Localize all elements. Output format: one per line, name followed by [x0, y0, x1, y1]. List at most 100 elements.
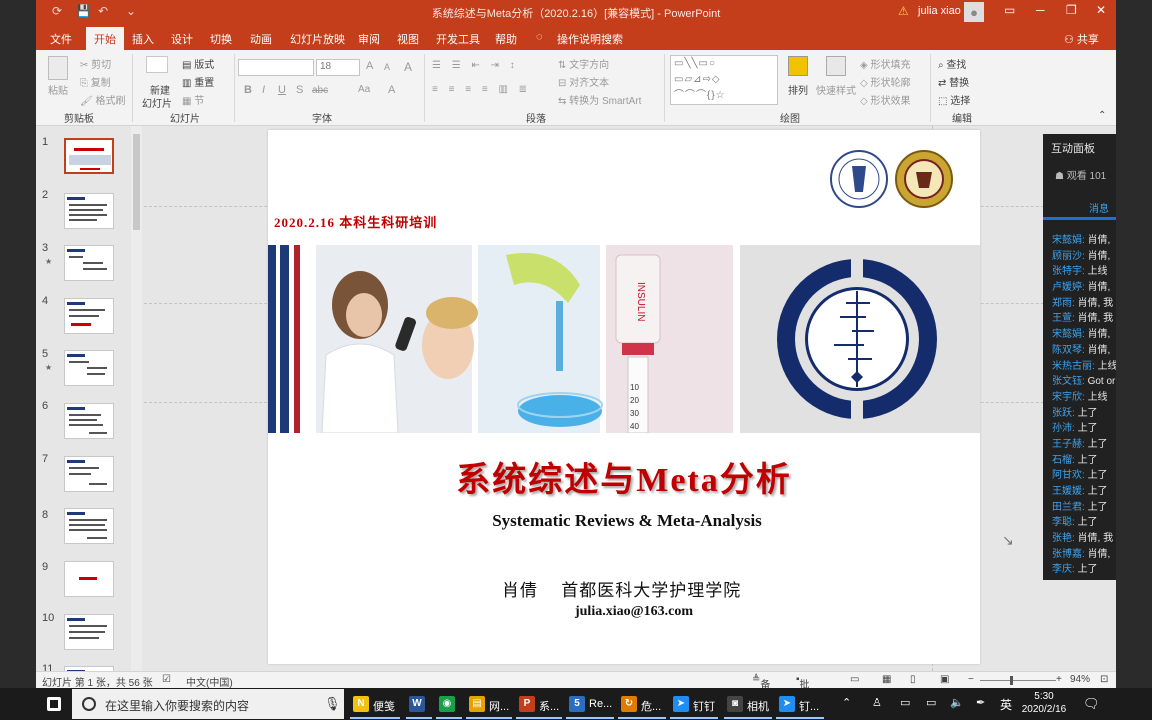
taskbar-app-2[interactable]: ◉ [436, 689, 462, 719]
zoom-level[interactable]: 94% [1070, 674, 1090, 685]
font-name-combo[interactable] [238, 59, 314, 76]
quick-styles-button[interactable]: 快速样式 [816, 82, 856, 97]
taskbar-app-7[interactable]: ➤ 钉钉 [670, 689, 718, 719]
slide-thumbnail-6[interactable] [64, 403, 114, 439]
align-icons[interactable]: ≡ ≡ ≡ ≡ ▥ ≣ [432, 84, 531, 95]
current-slide[interactable]: 2020.2.16 本科生科研培训 INSULIN 10 20 30 40 系统… [268, 130, 980, 664]
taskbar-app-5[interactable]: 5 Re... [566, 689, 614, 719]
find-button[interactable]: ⌕ 查找 [938, 56, 966, 71]
tab-design[interactable]: 设计 [171, 31, 193, 47]
bold-icon[interactable]: B [244, 84, 252, 96]
comments-button[interactable]: ▪ 批注 [796, 674, 810, 688]
reset-button[interactable]: ▥ 重置 [182, 74, 214, 89]
tab-file[interactable]: 文件 [50, 31, 72, 47]
tab-home[interactable]: 开始 [86, 27, 124, 50]
shape-outline-button[interactable]: ◇ 形状轮廓 [860, 74, 910, 89]
arrange-icon[interactable] [788, 56, 808, 76]
collapse-ribbon-icon[interactable]: ⌃ [1098, 110, 1106, 121]
taskbar-search[interactable]: 在这里输入你要搜索的内容 🎙 [72, 689, 344, 719]
restore-button[interactable]: ❐ [1066, 3, 1077, 17]
taskbar-app-6[interactable]: ↻ 危... [618, 689, 666, 719]
paste-button[interactable]: 粘贴 [48, 82, 68, 97]
ime-indicator[interactable]: 英 [1000, 696, 1012, 713]
microphone-icon[interactable]: 🎙 [324, 696, 341, 712]
taskbar-app-4[interactable]: P 系... [516, 689, 562, 719]
quick-styles-icon[interactable] [826, 56, 846, 76]
font-color-icon[interactable]: A [388, 84, 395, 96]
slide-thumbnail-3[interactable] [64, 245, 114, 281]
tab-animations[interactable]: 动画 [250, 31, 272, 47]
slide-thumbnail-4[interactable] [64, 298, 114, 334]
tab-slideshow[interactable]: 幻灯片放映 [290, 31, 345, 47]
pen-icon[interactable]: ✒ [976, 696, 985, 709]
scrollbar-thumb[interactable] [133, 134, 140, 230]
tab-view[interactable]: 视图 [397, 31, 419, 47]
clear-format-icon[interactable]: A [404, 60, 412, 74]
notification-icon[interactable]: 🗨 [1083, 696, 1100, 712]
shape-fill-button[interactable]: ◈ 形状填充 [860, 56, 910, 71]
slide-sorter-icon[interactable]: ▦ [882, 674, 891, 685]
copy-button[interactable]: ⎘ 复制 [80, 74, 111, 89]
normal-view-icon[interactable]: ▭ [850, 674, 859, 685]
smartart-button[interactable]: ⇆ 转换为 SmartArt [558, 92, 641, 107]
slide-thumbnail-2[interactable] [64, 193, 114, 229]
thumbnail-scrollbar[interactable] [131, 126, 142, 671]
user-name[interactable]: julia xiao [918, 5, 961, 17]
font-size-combo[interactable]: 18 [316, 59, 360, 76]
paste-icon[interactable] [48, 56, 68, 80]
fit-slide-icon[interactable]: ⊡ [1100, 674, 1108, 685]
battery-icon[interactable]: ▭ [926, 696, 936, 709]
tab-review[interactable]: 审阅 [358, 31, 380, 47]
shadow-icon[interactable]: S [296, 84, 303, 96]
arrange-button[interactable]: 排列 [788, 82, 808, 97]
grow-font-icon[interactable]: A [366, 60, 373, 72]
cut-button[interactable]: ✂ 剪切 [80, 56, 111, 71]
layout-button[interactable]: ▤ 版式 [182, 56, 214, 71]
shape-effects-button[interactable]: ◇ 形状效果 [860, 92, 910, 107]
change-case-icon[interactable]: Aa [358, 84, 370, 95]
new-slide-icon[interactable] [146, 56, 168, 73]
slide-thumbnail-7[interactable] [64, 456, 114, 492]
notes-button[interactable]: ≜ 备注 [752, 674, 770, 688]
slideshow-view-icon[interactable]: ▣ [940, 674, 949, 685]
replace-button[interactable]: ⇄ 替换 [938, 74, 969, 89]
taskbar-app-1[interactable]: W [406, 689, 432, 719]
share-button[interactable]: ⚇ 共享 [1064, 31, 1099, 47]
network-icon[interactable]: ▭ [900, 696, 910, 709]
slide-thumbnail-10[interactable] [64, 614, 114, 650]
slide-thumbnail-8[interactable] [64, 508, 114, 544]
language-indicator[interactable]: 中文(中国) [186, 674, 233, 688]
taskbar-app-3[interactable]: ▤ 网... [466, 689, 512, 719]
people-icon[interactable]: ♙ [872, 696, 882, 709]
volume-icon[interactable]: 🔈 [950, 696, 964, 709]
minimize-button[interactable]: ─ [1036, 3, 1045, 17]
zoom-out-button[interactable]: − [968, 674, 974, 685]
tab-transitions[interactable]: 切换 [210, 31, 232, 47]
messages-tab[interactable]: 消息 [1089, 200, 1109, 215]
warning-icon[interactable]: ⚠ [898, 4, 909, 18]
tell-me-search[interactable]: 操作说明搜索 [557, 31, 623, 47]
system-clock[interactable]: 5:30 2020/2/16 [1018, 690, 1070, 716]
zoom-slider-thumb[interactable] [1010, 676, 1013, 685]
list-icons[interactable]: ☰ ☰ ⇤ ⇥ ↕ [432, 60, 519, 71]
underline-icon[interactable]: U [278, 84, 286, 96]
zoom-in-button[interactable]: + [1056, 674, 1062, 685]
chevron-up-icon[interactable]: ⌃ [842, 696, 851, 709]
ribbon-display-icon[interactable]: ▭ [1004, 3, 1015, 17]
format-painter-button[interactable]: 🖌 格式刷 [80, 92, 125, 107]
italic-icon[interactable]: I [262, 84, 265, 96]
align-text-button[interactable]: ⊟ 对齐文本 [558, 74, 609, 89]
slide-thumbnail-5[interactable] [64, 350, 114, 386]
tab-insert[interactable]: 插入 [132, 31, 154, 47]
taskbar-app-8[interactable]: ◙ 相机 [724, 689, 772, 719]
avatar[interactable]: ● [964, 2, 984, 22]
taskbar-app-9[interactable]: ➤ 钉... [776, 689, 824, 719]
tab-help[interactable]: 帮助 [495, 31, 517, 47]
slide-thumbnail-9[interactable] [64, 561, 114, 597]
section-button[interactable]: ▦ 节 [182, 92, 204, 107]
select-button[interactable]: ⬚ 选择 [938, 92, 970, 107]
text-direction-button[interactable]: ⇅ 文字方向 [558, 56, 609, 71]
strikethrough-icon[interactable]: abc [312, 85, 328, 96]
taskbar-app-0[interactable]: N 便笺 [350, 689, 400, 719]
reading-view-icon[interactable]: ▯ [910, 674, 916, 685]
